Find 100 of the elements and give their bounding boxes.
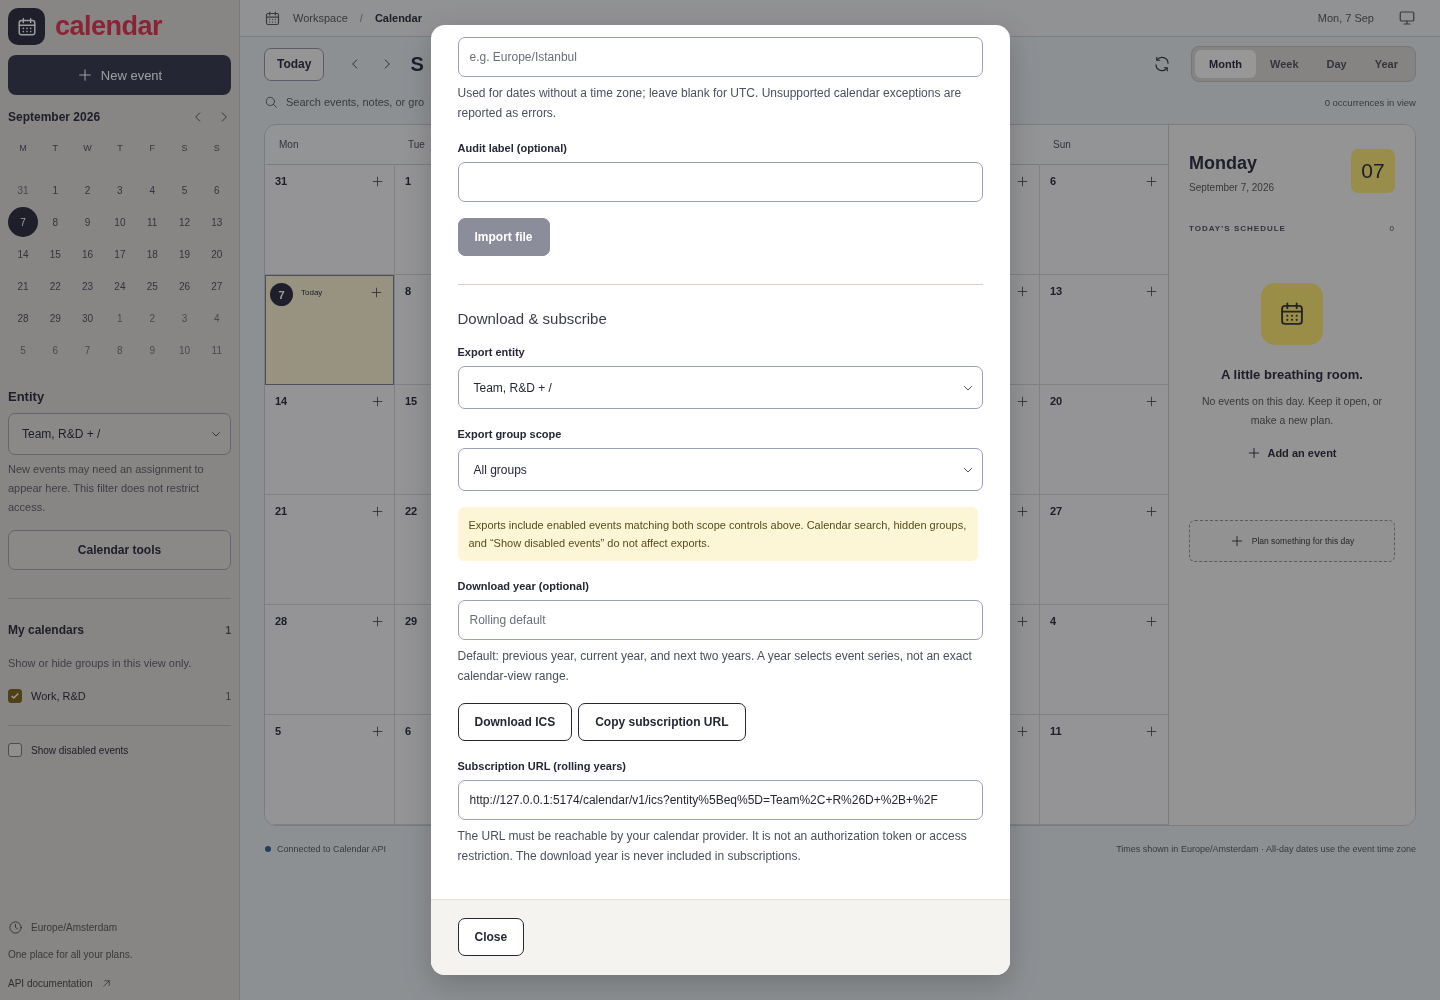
calendar-icon <box>264 9 281 27</box>
day-button[interactable]: 3 <box>169 303 200 333</box>
action-button[interactable]: Copy subscription URL <box>578 703 746 741</box>
day-button[interactable]: 15 <box>40 239 71 269</box>
day-button[interactable]: 16 <box>72 239 103 269</box>
plus-icon <box>1229 534 1244 548</box>
today-label: Today <box>301 288 323 297</box>
day-button[interactable]: 6 <box>40 335 71 365</box>
day-button[interactable]: 10 <box>169 335 200 365</box>
view-tab[interactable]: Year <box>1360 50 1412 78</box>
add-event-button[interactable]: Add an event <box>1247 446 1337 460</box>
month-title: September 2026 <box>8 110 102 124</box>
day-button[interactable]: 1 <box>40 175 71 205</box>
monitor-icon[interactable] <box>1398 9 1416 27</box>
day-number: 27 <box>1050 505 1063 517</box>
new-event-button[interactable]: New event <box>8 55 231 95</box>
input-field[interactable]: Rolling default <box>457 600 983 640</box>
day-button[interactable]: 24 <box>104 271 135 301</box>
calendar-tools-button[interactable]: Calendar tools <box>8 530 231 570</box>
day-button[interactable]: 18 <box>137 239 168 269</box>
documentation-link[interactable]: API documentation <box>8 978 93 989</box>
search-field[interactable]: Search events, notes, or gro <box>286 96 426 108</box>
checkbox[interactable] <box>8 743 22 757</box>
day-button[interactable]: 2 <box>72 175 103 205</box>
day-button[interactable]: 9 <box>72 207 103 237</box>
plan-button[interactable]: Plan something for this day <box>1189 520 1395 562</box>
input-field[interactable]: e.g. Europe/Istanbul <box>457 37 983 77</box>
day-button[interactable]: 3 <box>104 175 135 205</box>
field-label: Download year (optional) <box>457 580 590 592</box>
check-icon <box>10 691 20 701</box>
day-button[interactable]: 14 <box>8 239 38 269</box>
status-label: Connected to Calendar API <box>277 844 387 854</box>
select-field[interactable]: All groups <box>457 448 983 491</box>
search-icon <box>264 95 278 109</box>
day-button[interactable]: 20 <box>201 239 232 269</box>
empty-text: No events on this day. Keep it open, or make a new plan. <box>1200 394 1384 428</box>
day-number: 11 <box>1050 725 1062 737</box>
today-button[interactable]: Today <box>264 47 325 81</box>
day-button[interactable]: 4 <box>137 175 168 205</box>
day-button[interactable]: 7 <box>8 207 38 237</box>
day-button[interactable]: 2 <box>137 303 168 333</box>
day-button[interactable]: 23 <box>72 271 103 301</box>
day-number: 5 <box>275 725 282 737</box>
day-number: 4 <box>1050 615 1057 627</box>
count-label: 1 <box>225 690 231 702</box>
event-count: 0 <box>1389 224 1395 233</box>
day-button[interactable]: 27 <box>201 271 232 301</box>
day-button[interactable]: 5 <box>169 175 200 205</box>
checkbox[interactable] <box>8 689 22 703</box>
action-button[interactable]: Download ICS <box>457 703 573 741</box>
day-button[interactable]: 5 <box>8 335 38 365</box>
day-button[interactable]: 9 <box>137 335 168 365</box>
day-button[interactable]: 28 <box>8 303 38 333</box>
day-button[interactable]: 11 <box>137 207 168 237</box>
weekday-title: Monday <box>1189 153 1258 174</box>
weekday-label: W <box>82 143 93 155</box>
day-button[interactable]: 8 <box>40 207 71 237</box>
timezone-note: Times shown in Europe/Amsterdam · All-day dates use the event time zone <box>1116 844 1416 854</box>
entity-select[interactable]: Team, R&D + / <box>8 413 231 455</box>
day-number: 15 <box>405 395 418 407</box>
calendar-icon <box>15 15 38 38</box>
day-button[interactable]: 30 <box>72 303 103 333</box>
day-button[interactable]: 13 <box>201 207 232 237</box>
day-button[interactable]: 1 <box>104 303 135 333</box>
input-field[interactable] <box>457 162 983 202</box>
day-button[interactable]: 19 <box>169 239 200 269</box>
plus-icon <box>1247 446 1262 460</box>
day-button[interactable]: 26 <box>169 271 200 301</box>
field-label: Export group scope <box>457 428 563 440</box>
day-button[interactable]: 21 <box>8 271 38 301</box>
day-button[interactable]: 25 <box>137 271 168 301</box>
day-button[interactable]: 31 <box>8 175 38 205</box>
day-button[interactable]: 29 <box>40 303 71 333</box>
day-button[interactable]: 17 <box>104 239 135 269</box>
plus-icon <box>76 67 93 83</box>
view-tab[interactable]: Week <box>1256 50 1313 78</box>
day-number: 21 <box>275 505 288 517</box>
input-field[interactable]: http://127.0.0.1:5174/calendar/v1/ics?entity%5Beq%5D=Team%2C+R%26D+%2B+%2F <box>457 780 983 820</box>
refresh-icon[interactable] <box>1153 55 1172 73</box>
day-button[interactable]: 12 <box>169 207 200 237</box>
day-button[interactable]: 4 <box>201 303 232 333</box>
day-button[interactable]: 11 <box>201 335 232 365</box>
day-number: 1 <box>405 175 412 187</box>
day-button[interactable]: 6 <box>201 175 232 205</box>
weekday-label: T <box>51 143 60 155</box>
view-tab[interactable]: Day <box>1312 50 1361 78</box>
help-text: The URL must be reachable by your calendar provider. It is not an authorization token or access restriction. The download year is never included in subscriptions. <box>457 828 968 865</box>
close-button[interactable]: Close <box>457 918 525 956</box>
day-button[interactable]: 22 <box>40 271 71 301</box>
day-number: 20 <box>1050 395 1063 407</box>
breadcrumb[interactable]: Workspace <box>293 12 348 24</box>
date-label: September 7, 2026 <box>1189 182 1275 193</box>
select-field[interactable]: Team, R&D + / <box>457 366 983 409</box>
day-button[interactable]: 8 <box>104 335 135 365</box>
day-button[interactable]: 10 <box>104 207 135 237</box>
view-tab[interactable]: Month <box>1195 50 1256 78</box>
day-number: 6 <box>405 725 412 737</box>
day-number: 28 <box>275 615 288 627</box>
calendar-label: Work, R&D <box>31 690 86 702</box>
external-link-icon[interactable] <box>100 978 112 989</box>
